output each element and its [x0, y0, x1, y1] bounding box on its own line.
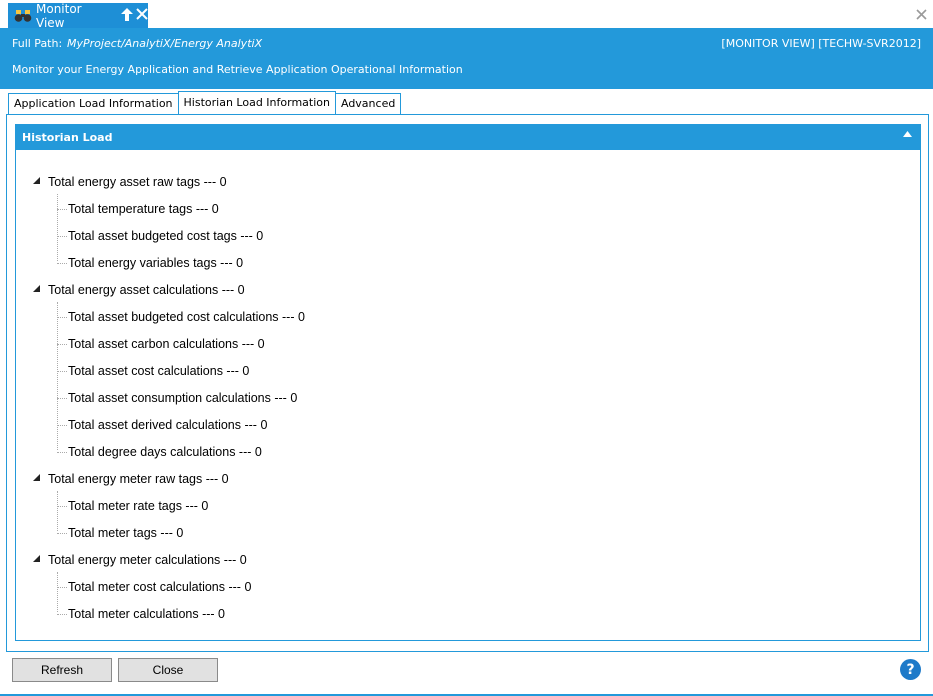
footer-bar: Refresh Close ?	[0, 652, 933, 696]
tab-strip: Application Load Information Historian L…	[8, 91, 402, 115]
full-path-label: Full Path:	[12, 37, 63, 50]
tree-node-energy-meter-raw-tags[interactable]: Total energy meter raw tags --- 0	[48, 472, 229, 486]
document-tab[interactable]: Monitor View	[8, 1, 148, 30]
tree-item[interactable]: Total temperature tags --- 0	[68, 202, 219, 216]
tree-node-energy-asset-calculations[interactable]: Total energy asset calculations --- 0	[48, 283, 245, 297]
header-banner: Full Path: MyProject/AnalytiX/Energy Ana…	[0, 28, 933, 89]
tree-item[interactable]: Total degree days calculations --- 0	[68, 445, 262, 459]
tree-item[interactable]: Total asset budgeted cost tags --- 0	[68, 229, 263, 243]
tree-item[interactable]: Total asset cost calculations --- 0	[68, 364, 249, 378]
tree-item[interactable]: Total asset derived calculations --- 0	[68, 418, 267, 432]
tree-node-energy-asset-raw-tags[interactable]: Total energy asset raw tags --- 0	[48, 175, 227, 189]
title-bar: Monitor View	[0, 0, 933, 30]
tree-item[interactable]: Total meter calculations --- 0	[68, 607, 225, 621]
close-tab-icon[interactable]	[136, 8, 148, 23]
pin-up-icon[interactable]	[121, 7, 133, 24]
binoculars-icon	[14, 9, 32, 23]
full-path-value: MyProject/AnalytiX/Energy AnalytiX	[67, 37, 263, 50]
tab-advanced[interactable]: Advanced	[334, 93, 402, 115]
tab-content: Historian Load Total energy asset raw ta…	[6, 114, 929, 652]
header-description: Monitor your Energy Application and Retr…	[12, 63, 463, 76]
tree-item[interactable]: Total meter tags --- 0	[68, 526, 183, 540]
refresh-button[interactable]: Refresh	[12, 658, 112, 682]
tree-item[interactable]: Total meter rate tags --- 0	[68, 499, 208, 513]
document-tab-title: Monitor View	[36, 1, 82, 30]
panel-title: Historian Load	[22, 131, 113, 144]
tree-item[interactable]: Total asset consumption calculations ---…	[68, 391, 297, 405]
expand-triangle-icon[interactable]	[33, 555, 40, 564]
expand-triangle-icon[interactable]	[33, 177, 40, 186]
panel-header[interactable]: Historian Load	[16, 125, 920, 150]
monitor-view-tag: [MONITOR VIEW] [TECHW-SVR2012]	[721, 37, 921, 50]
close-window-icon[interactable]	[916, 6, 927, 24]
tree-item[interactable]: Total asset budgeted cost calculations -…	[68, 310, 305, 324]
historian-load-panel: Historian Load Total energy asset raw ta…	[15, 124, 921, 641]
tree-item[interactable]: Total meter cost calculations --- 0	[68, 580, 251, 594]
expand-triangle-icon[interactable]	[33, 285, 40, 294]
tab-historian-load-information[interactable]: Historian Load Information	[177, 91, 336, 114]
tab-application-load-information[interactable]: Application Load Information	[8, 93, 179, 115]
close-button[interactable]: Close	[118, 658, 218, 682]
tree-node-energy-meter-calculations[interactable]: Total energy meter calculations --- 0	[48, 553, 247, 567]
collapse-icon[interactable]	[903, 130, 912, 140]
help-icon[interactable]: ?	[900, 659, 921, 680]
expand-triangle-icon[interactable]	[33, 474, 40, 483]
tree-item[interactable]: Total asset carbon calculations --- 0	[68, 337, 265, 351]
tree-item[interactable]: Total energy variables tags --- 0	[68, 256, 243, 270]
